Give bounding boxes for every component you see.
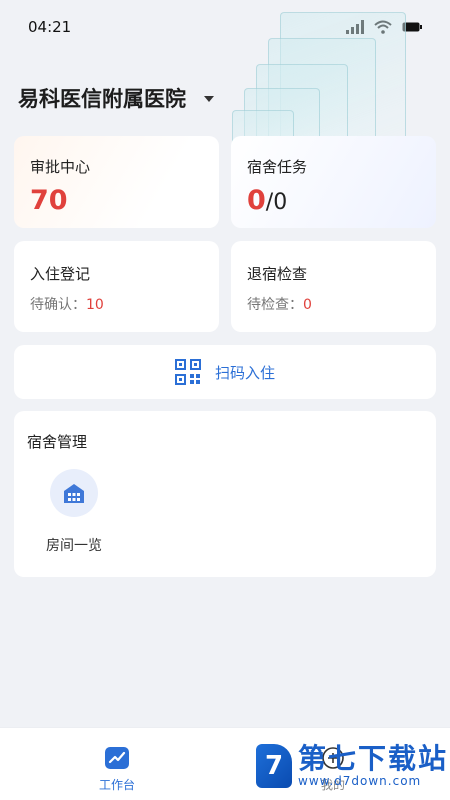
checkin-pending-count: 10 — [86, 297, 104, 313]
watermark-logo-letter: 7 — [264, 751, 284, 781]
status-bar: 04:21 — [0, 0, 450, 54]
checkin-pending: 待确认：10 — [30, 294, 203, 314]
checkout-pending-count: 0 — [303, 297, 312, 313]
scan-checkin-button[interactable]: 扫码入住 — [14, 345, 436, 399]
status-time: 04:21 — [28, 18, 72, 36]
dorm-management-section: 宿舍管理 房间一览 — [14, 411, 436, 577]
approval-center-card[interactable]: 审批中心 70 — [14, 136, 219, 228]
watermark-url: www.d7down.com — [298, 774, 422, 788]
dorm-task-done: 0 — [247, 185, 266, 216]
checkin-card[interactable]: 入住登记 待确认：10 — [14, 241, 219, 332]
battery-icon — [402, 22, 422, 32]
checkin-pending-label: 待确认： — [30, 297, 86, 313]
signal-icon — [346, 20, 364, 34]
checkout-pending: 待检查：0 — [247, 294, 420, 314]
building-icon — [64, 484, 84, 503]
room-icon-circle — [50, 469, 98, 517]
hospital-selector[interactable]: 易科医信附属医院 — [18, 82, 214, 114]
dorm-management-title: 宿舍管理 — [27, 433, 88, 451]
checkout-pending-label: 待检查： — [247, 297, 303, 313]
checkout-title: 退宿检查 — [247, 265, 308, 283]
watermark: 7 第七下载站 www.d7down.com — [256, 744, 448, 788]
dorm-task-card[interactable]: 宿舍任务 0/0 — [231, 136, 436, 228]
approval-count: 70 — [30, 185, 68, 216]
hospital-name: 易科医信附属医院 — [18, 87, 186, 111]
dorm-task-count: 0/0 — [247, 185, 420, 216]
watermark-logo: 7 — [256, 744, 292, 788]
room-overview-item[interactable]: 房间一览 — [34, 469, 114, 555]
caret-down-icon — [204, 96, 214, 102]
qr-code-icon — [174, 359, 201, 385]
room-overview-label: 房间一览 — [46, 538, 102, 554]
checkin-title: 入住登记 — [30, 265, 91, 283]
wifi-icon — [374, 20, 392, 34]
status-icons — [346, 20, 422, 34]
watermark-text: 第七下载站 www.d7down.com — [298, 742, 449, 789]
tab-workbench-label: 工作台 — [98, 778, 135, 792]
tab-workbench[interactable]: 工作台 — [92, 746, 142, 793]
scan-checkin-label: 扫码入住 — [214, 363, 275, 382]
approval-center-title: 审批中心 — [30, 158, 91, 176]
chart-icon — [105, 747, 129, 769]
dorm-task-title: 宿舍任务 — [247, 158, 308, 176]
checkout-card[interactable]: 退宿检查 待检查：0 — [231, 241, 436, 332]
watermark-title: 第七下载站 — [298, 742, 449, 775]
dorm-task-total: /0 — [265, 190, 288, 215]
